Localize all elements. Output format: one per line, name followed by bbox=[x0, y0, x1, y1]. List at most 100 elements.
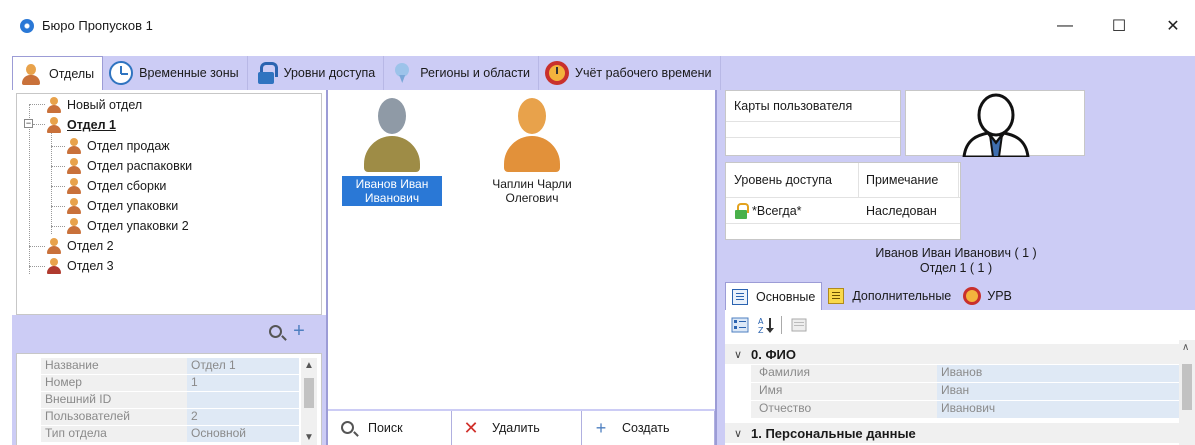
tree-node[interactable]: Отдел упаковки bbox=[67, 196, 178, 216]
department-icon bbox=[67, 197, 81, 215]
avatar-body bbox=[504, 136, 560, 172]
tab-label: Основные bbox=[756, 289, 816, 304]
tab-departments[interactable]: Отделы bbox=[12, 56, 104, 90]
scroll-up-icon[interactable]: ▲ bbox=[301, 360, 317, 371]
property-value: Иванович bbox=[937, 401, 1179, 419]
property-row[interactable]: Номер 1 bbox=[41, 375, 299, 392]
tree-node[interactable]: Отдел распаковки bbox=[67, 156, 192, 176]
selected-user-info: Иванов Иван Иванович ( 1 ) Отдел 1 ( 1 ) bbox=[717, 246, 1195, 276]
department-icon bbox=[67, 177, 81, 195]
user-detail-tabs: Основные Дополнительные УРВ bbox=[725, 282, 1018, 310]
tab-label: Дополнительные bbox=[852, 289, 952, 303]
search-icon bbox=[268, 324, 282, 338]
button-label: Создать bbox=[622, 421, 670, 435]
scroll-up-icon[interactable]: ∧ bbox=[1182, 342, 1189, 353]
property-row[interactable]: Название Отдел 1 bbox=[41, 358, 299, 375]
property-section[interactable]: ∨ 0. ФИО bbox=[725, 344, 1179, 364]
delete-user-button[interactable]: ✕ Удалить bbox=[452, 411, 582, 445]
search-button[interactable] bbox=[264, 320, 286, 342]
window-title: Бюро Пропусков 1 bbox=[42, 18, 153, 33]
tab-regions[interactable]: Регионы и области bbox=[384, 56, 540, 90]
chevron-down-icon[interactable]: ∨ bbox=[725, 427, 751, 440]
department-icon bbox=[67, 157, 81, 175]
sort-az-icon: A Z bbox=[758, 317, 774, 335]
tab-label: Временные зоны bbox=[139, 66, 239, 80]
tree-line bbox=[29, 246, 45, 247]
maximize-button[interactable]: ☐ bbox=[1101, 10, 1137, 42]
property-row[interactable]: Тип отдела Основной bbox=[41, 426, 299, 443]
property-row[interactable]: Отчество Иванович bbox=[751, 401, 1179, 419]
left-panel: − Новый отдел Отдел 1 Отдел продаж Отдел… bbox=[12, 90, 326, 445]
property-key: Внешний ID bbox=[41, 392, 187, 409]
property-row[interactable]: Пользователей 2 bbox=[41, 409, 299, 426]
tree-node-selected[interactable]: Отдел 1 bbox=[47, 115, 116, 135]
users-panel: Иванов Иван Иванович Чаплин Чарли Олегов… bbox=[326, 90, 717, 445]
department-properties: Название Отдел 1 Номер 1 Внешний ID Поль… bbox=[12, 349, 326, 445]
scroll-thumb[interactable] bbox=[1182, 364, 1192, 410]
tab-time-zones[interactable]: Временные зоны bbox=[103, 56, 248, 90]
delete-icon: ✕ bbox=[463, 417, 479, 438]
user-department: Отдел 1 ( 1 ) bbox=[919, 261, 993, 275]
property-value: 2 bbox=[187, 409, 299, 426]
property-row[interactable]: Фамилия Иванов bbox=[751, 365, 1179, 383]
section-title: 0. ФИО bbox=[751, 346, 797, 362]
column-header: Уровень доступа bbox=[734, 173, 832, 187]
tree-node-label: Отдел 3 bbox=[67, 259, 114, 273]
user-name: Иванов Иван Иванович bbox=[342, 176, 442, 206]
tree-node-label: Отдел 2 bbox=[67, 239, 114, 253]
tab-access-levels[interactable]: Уровни доступа bbox=[248, 56, 385, 90]
user-actions-bar: Поиск ✕ Удалить + Создать bbox=[328, 409, 715, 445]
search-user-button[interactable]: Поиск bbox=[328, 411, 452, 445]
sort-alphabetical-button[interactable]: A Z bbox=[755, 314, 777, 336]
add-department-button[interactable]: + bbox=[288, 320, 310, 342]
property-key: Отчество bbox=[751, 401, 937, 419]
chevron-down-icon[interactable]: ∨ bbox=[725, 348, 751, 361]
vertical-scrollbar[interactable]: ▲ ▼ bbox=[301, 358, 317, 445]
tree-node[interactable]: Отдел 3 bbox=[47, 256, 114, 276]
tree-node-label: Отдел упаковки 2 bbox=[87, 219, 189, 233]
table-row[interactable]: *Всегда* bbox=[734, 199, 802, 223]
tree-node[interactable]: Новый отдел bbox=[47, 95, 142, 115]
property-row[interactable]: Внешний ID bbox=[41, 392, 299, 409]
property-grid[interactable]: Название Отдел 1 Номер 1 Внешний ID Поль… bbox=[16, 353, 322, 445]
user-card[interactable]: Чаплин Чарли Олегович bbox=[482, 94, 582, 206]
app-icon bbox=[20, 19, 34, 33]
property-section[interactable]: ∨ 1. Персональные данные bbox=[725, 423, 1179, 443]
tree-node[interactable]: Отдел продаж bbox=[67, 136, 170, 156]
collapse-toggle[interactable]: − bbox=[24, 119, 33, 128]
user-cards-table[interactable]: Карты пользователя bbox=[725, 90, 901, 156]
create-user-button[interactable]: + Создать bbox=[582, 411, 715, 445]
minimize-button[interactable]: — bbox=[1047, 10, 1083, 42]
tab-label: Уровни доступа bbox=[283, 66, 376, 80]
user-card[interactable]: Иванов Иван Иванович bbox=[342, 94, 442, 206]
table-line bbox=[726, 223, 960, 224]
user-photo[interactable] bbox=[905, 90, 1085, 159]
tree-line bbox=[51, 186, 65, 187]
categorized-view-button[interactable] bbox=[729, 314, 751, 336]
tab-time-tracking[interactable]: Учёт рабочего времени bbox=[539, 56, 721, 90]
tree-node-label: Отдел сборки bbox=[87, 179, 167, 193]
access-level-value: *Всегда* bbox=[752, 204, 802, 218]
scroll-down-icon[interactable]: ▼ bbox=[301, 432, 317, 443]
property-pages-button[interactable] bbox=[788, 314, 810, 336]
time-tracking-icon bbox=[963, 287, 982, 305]
tree-node[interactable]: Отдел 2 bbox=[47, 236, 114, 256]
scroll-thumb[interactable] bbox=[304, 378, 314, 408]
tree-node[interactable]: Отдел сборки bbox=[67, 176, 166, 196]
tree-line bbox=[29, 104, 30, 274]
tree-line bbox=[51, 166, 65, 167]
access-levels-table[interactable]: Уровень доступа Примечание *Всегда* Насл… bbox=[725, 162, 961, 240]
department-icon bbox=[67, 137, 81, 155]
vertical-scrollbar[interactable]: ∧ bbox=[1179, 340, 1195, 445]
user-property-grid[interactable]: A Z ∨ 0. ФИО Фамилия Иванов Имя Иван Отч… bbox=[725, 310, 1195, 445]
property-key: Фамилия bbox=[751, 365, 937, 383]
close-button[interactable]: ✕ bbox=[1155, 10, 1191, 42]
tree-node[interactable]: Отдел упаковки 2 bbox=[67, 216, 189, 236]
department-tree[interactable]: − Новый отдел Отдел 1 Отдел продаж Отдел… bbox=[16, 93, 322, 315]
time-tracking-icon bbox=[545, 61, 570, 85]
property-key: Номер bbox=[41, 375, 187, 392]
property-row[interactable]: Имя Иван bbox=[751, 383, 1179, 401]
tab-main[interactable]: Основные bbox=[725, 282, 823, 310]
tab-urv[interactable]: УРВ bbox=[957, 282, 1018, 310]
tab-additional[interactable]: Дополнительные bbox=[822, 282, 957, 310]
